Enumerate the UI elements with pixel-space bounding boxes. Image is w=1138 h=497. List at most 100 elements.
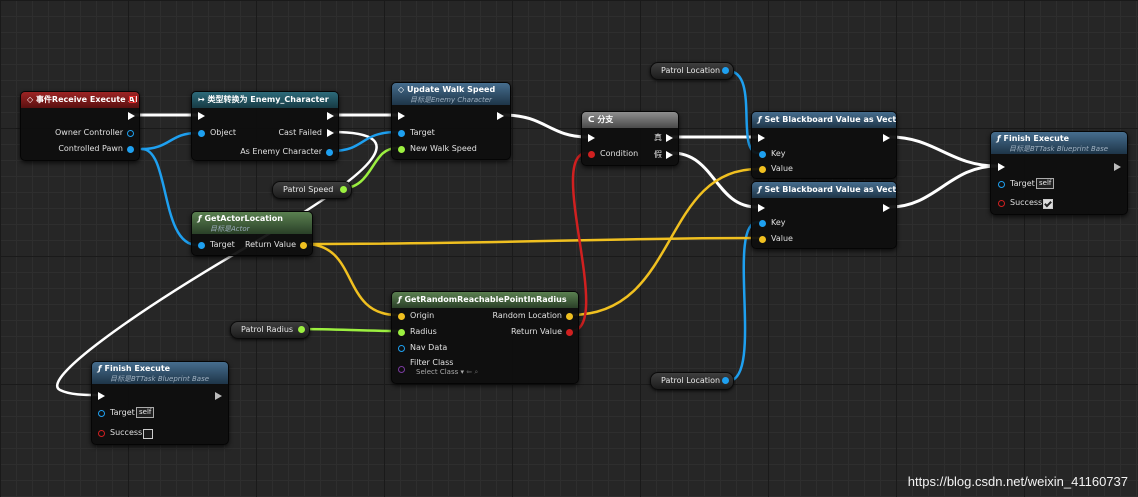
exec-in-pin[interactable] [398, 112, 405, 120]
var-output-pin[interactable] [722, 67, 729, 74]
node-header[interactable]: ᑕ 分支 [582, 112, 678, 128]
exec-in-pin[interactable] [98, 392, 105, 400]
target-pin[interactable] [98, 410, 105, 417]
exec-in-pin[interactable] [758, 134, 765, 142]
exec-out-pin[interactable] [327, 112, 334, 120]
update-walk-speed-node[interactable]: ◇ Update Walk Speed 目标是Enemy Character T… [391, 82, 511, 160]
true-exec-pin[interactable] [666, 134, 673, 142]
var-label: Patrol Location [661, 66, 721, 75]
node-header[interactable]: ƒ Finish Execute 目标是BTTask Blueprint Base [991, 132, 1127, 154]
search-icon[interactable]: ⌕ [474, 368, 478, 376]
exec-out-pin[interactable] [128, 112, 135, 120]
object-pin[interactable] [198, 130, 205, 137]
finish-execute-node-top[interactable]: ƒ Finish Execute 目标是BTTask Blueprint Base… [990, 131, 1128, 215]
pin-label-as-enemy-character: As Enemy Character [240, 147, 322, 156]
node-title: Finish Execute [104, 364, 171, 373]
success-checkbox[interactable] [143, 429, 153, 439]
patrol-location-var-bottom[interactable]: Patrol Location [650, 372, 734, 390]
node-header[interactable]: ƒ GetActorLocation 目标是Actor [192, 212, 312, 234]
filter-class-pin[interactable] [398, 366, 405, 373]
delegate-pin[interactable] [129, 96, 136, 103]
blueprint-graph[interactable]: ◇ 事件Receive Execute AI Owner Controller … [0, 0, 1138, 497]
exec-out-pin[interactable] [215, 392, 222, 400]
target-pin[interactable] [398, 130, 405, 137]
pin-label-new-walk-speed: New Walk Speed [410, 144, 477, 153]
pin-label-true: 真 [654, 133, 662, 142]
radius-pin[interactable] [398, 329, 405, 336]
target-self-field[interactable]: self [136, 407, 155, 418]
node-header[interactable]: ƒ Finish Execute 目标是BTTask Blueprint Base [92, 362, 228, 384]
target-pin[interactable] [198, 242, 205, 249]
success-pin[interactable] [998, 200, 1005, 207]
node-title: Finish Execute [1003, 134, 1070, 143]
pin-label-origin: Origin [410, 311, 435, 320]
owner-controller-pin[interactable] [127, 130, 134, 137]
success-pin[interactable] [98, 430, 105, 437]
false-exec-pin[interactable] [666, 151, 673, 159]
event-diamond-icon: ◇ [27, 95, 36, 104]
set-blackboard-value-node-2[interactable]: ƒ Set Blackboard Value as Vector Key Valu… [751, 181, 897, 249]
function-icon: ƒ [758, 115, 762, 124]
new-walk-speed-pin[interactable] [398, 146, 405, 153]
origin-pin[interactable] [398, 313, 405, 320]
filter-class-dropdown[interactable]: Select Class ▾ ⇐ ⌕ [416, 368, 478, 377]
exec-out-pin[interactable] [883, 204, 890, 212]
pin-label-key: Key [771, 149, 786, 158]
var-output-pin[interactable] [340, 186, 347, 193]
exec-in-pin[interactable] [758, 204, 765, 212]
patrol-speed-var[interactable]: Patrol Speed [272, 181, 352, 199]
pin-label-radius: Radius [410, 327, 437, 336]
var-output-pin[interactable] [298, 326, 305, 333]
controlled-pawn-pin[interactable] [127, 146, 134, 153]
exec-out-pin[interactable] [497, 112, 504, 120]
return-value-pin[interactable] [300, 242, 307, 249]
pin-label-key: Key [771, 218, 786, 227]
pin-label-target: Target [410, 128, 435, 137]
value-pin[interactable] [759, 166, 766, 173]
event-diamond-icon: ◇ [398, 85, 407, 94]
value-pin[interactable] [759, 236, 766, 243]
condition-pin[interactable] [588, 151, 595, 158]
random-location-pin[interactable] [566, 313, 573, 320]
finish-execute-node-bottom[interactable]: ƒ Finish Execute 目标是BTTask Blueprint Base… [91, 361, 229, 445]
var-label: Patrol Radius [241, 325, 294, 334]
event-receive-execute-ai-node[interactable]: ◇ 事件Receive Execute AI Owner Controller … [20, 91, 140, 161]
exec-in-pin[interactable] [588, 134, 595, 142]
return-value-pin[interactable] [566, 329, 573, 336]
node-header[interactable]: ◇ 事件Receive Execute AI [21, 92, 139, 108]
node-header[interactable]: ↦ 类型转换为 Enemy_Character [192, 92, 338, 108]
patrol-radius-var[interactable]: Patrol Radius [230, 321, 310, 339]
set-blackboard-value-node-1[interactable]: ƒ Set Blackboard Value as Vector Key Valu… [751, 111, 897, 179]
exec-in-pin[interactable] [998, 163, 1005, 171]
success-checkbox[interactable] [1043, 199, 1053, 209]
node-header[interactable]: ƒ Set Blackboard Value as Vector [752, 112, 896, 128]
patrol-location-var-top[interactable]: Patrol Location [650, 62, 734, 80]
wire-vec-rand-to-setbb1-value [569, 167, 760, 317]
node-header[interactable]: ◇ Update Walk Speed 目标是Enemy Character [392, 83, 510, 105]
exec-out-pin[interactable] [1114, 163, 1121, 171]
wire-vec-getloc-to-origin [303, 242, 399, 317]
target-self-field[interactable]: self [1036, 178, 1055, 189]
nav-data-pin[interactable] [398, 345, 405, 352]
node-subtitle: 目标是BTTask Blueprint Base [110, 375, 210, 383]
function-icon: ƒ [98, 364, 102, 373]
node-title: 事件Receive Execute AI [35, 95, 138, 104]
cast-failed-exec-pin[interactable] [327, 129, 334, 137]
branch-node[interactable]: ᑕ 分支 真 Condition 假 [581, 111, 679, 166]
pin-label-value: Value [771, 234, 793, 243]
var-label: Patrol Speed [283, 185, 334, 194]
target-pin[interactable] [998, 181, 1005, 188]
exec-out-pin[interactable] [883, 134, 890, 142]
node-header[interactable]: ƒ GetRandomReachablePointInRadius [392, 292, 578, 308]
get-random-reachable-point-node[interactable]: ƒ GetRandomReachablePointInRadius Origin … [391, 291, 579, 384]
cast-to-enemy-character-node[interactable]: ↦ 类型转换为 Enemy_Character Object Cast Fail… [191, 91, 339, 161]
var-output-pin[interactable] [722, 377, 729, 384]
key-pin[interactable] [759, 220, 766, 227]
get-actor-location-node[interactable]: ƒ GetActorLocation 目标是Actor Target Return… [191, 211, 313, 256]
as-enemy-character-pin[interactable] [326, 149, 333, 156]
key-pin[interactable] [759, 151, 766, 158]
var-label: Patrol Location [661, 376, 721, 385]
exec-in-pin[interactable] [198, 112, 205, 120]
node-header[interactable]: ƒ Set Blackboard Value as Vector [752, 182, 896, 198]
browse-arrow-icon[interactable]: ⇐ [466, 368, 472, 376]
